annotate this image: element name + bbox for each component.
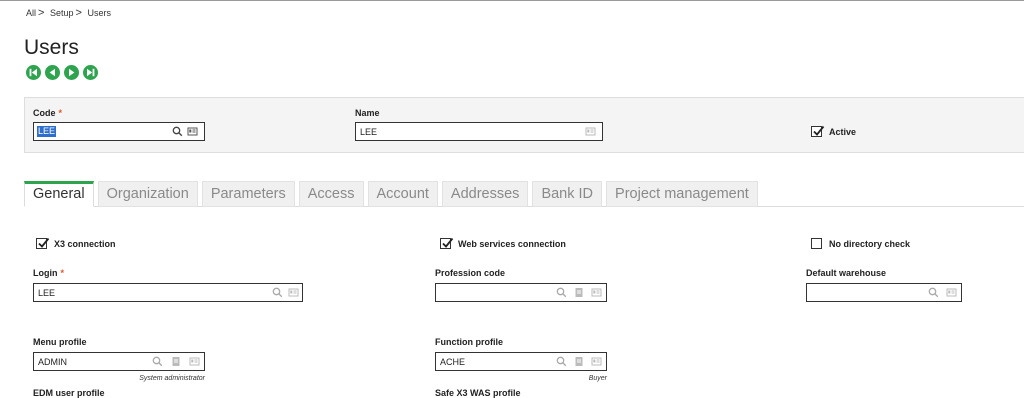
next-record-button[interactable] <box>64 65 79 80</box>
first-record-button[interactable] <box>26 65 41 80</box>
search-icon[interactable] <box>152 356 163 367</box>
breadcrumb-users: Users <box>87 8 111 18</box>
menu-profile-value[interactable]: ADMIN <box>38 357 67 367</box>
checkbox-checked-icon[interactable] <box>440 237 454 249</box>
detail-card-icon[interactable] <box>189 356 200 367</box>
function-profile-value[interactable]: ACHE <box>440 357 465 367</box>
profession-code-field[interactable] <box>435 283 607 302</box>
name-value[interactable]: LEE <box>360 127 377 137</box>
menu-profile-field[interactable]: ADMIN <box>33 352 205 371</box>
page-title: Users <box>24 36 79 59</box>
checkbox-unchecked-icon[interactable] <box>811 238 822 249</box>
tab-account[interactable]: Account <box>367 181 438 207</box>
login-value[interactable]: LEE <box>38 288 55 298</box>
profession-code-label: Profession code <box>435 268 506 278</box>
detail-card-icon[interactable] <box>187 126 198 137</box>
checkbox-checked-icon[interactable] <box>811 125 825 137</box>
x3-connection-label: X3 connection <box>54 238 116 249</box>
tab-bar: General Organization Parameters Access A… <box>24 181 762 207</box>
tab-access[interactable]: Access <box>298 181 364 207</box>
previous-record-button[interactable] <box>45 65 60 80</box>
default-warehouse-label: Default warehouse <box>806 268 887 278</box>
no-directory-checkbox[interactable]: No directory check <box>811 238 910 249</box>
search-icon[interactable] <box>556 287 567 298</box>
search-icon[interactable] <box>928 287 939 298</box>
search-icon[interactable] <box>172 126 183 137</box>
code-value[interactable]: LEE <box>37 126 57 137</box>
code-label: Code * <box>33 108 63 118</box>
detail-card-icon[interactable] <box>591 356 602 367</box>
skip-last-icon <box>87 68 95 77</box>
checkbox-checked-icon[interactable] <box>36 237 50 249</box>
detail-card-icon[interactable] <box>946 287 957 298</box>
record-navigation <box>26 65 98 80</box>
last-record-button[interactable] <box>83 65 98 80</box>
search-icon[interactable] <box>272 287 283 298</box>
function-profile-description: Buyer <box>588 375 607 382</box>
tab-bank-id[interactable]: Bank ID <box>532 181 603 207</box>
tab-general[interactable]: General <box>24 181 94 207</box>
login-field[interactable]: LEE <box>33 283 303 302</box>
name-field[interactable]: LEE <box>355 122 603 141</box>
x3-connection-checkbox[interactable]: X3 connection <box>36 237 116 249</box>
tab-project-management[interactable]: Project management <box>606 181 758 207</box>
document-icon[interactable] <box>171 356 181 367</box>
document-icon[interactable] <box>574 287 584 298</box>
detail-card-icon[interactable] <box>585 126 596 137</box>
detail-card-icon[interactable] <box>288 287 299 298</box>
breadcrumb-setup[interactable]: Setup <box>50 8 74 18</box>
next-icon <box>69 68 75 77</box>
function-profile-field[interactable]: ACHE <box>435 352 607 371</box>
required-marker: * <box>60 268 65 278</box>
breadcrumb: All > Setup > Users <box>26 7 111 19</box>
name-label: Name <box>355 108 380 118</box>
code-field[interactable]: LEE <box>33 122 205 141</box>
tab-organization[interactable]: Organization <box>97 181 198 207</box>
document-icon[interactable] <box>574 356 584 367</box>
function-profile-label: Function profile <box>435 337 503 347</box>
menu-profile-description: System administrator <box>139 375 205 382</box>
edm-profile-label: EDM user profile <box>33 388 105 398</box>
default-warehouse-field[interactable] <box>806 283 962 302</box>
no-directory-label: No directory check <box>829 238 911 249</box>
skip-first-icon <box>29 68 37 77</box>
breadcrumb-all[interactable]: All <box>26 8 36 18</box>
web-services-label: Web services connection <box>458 238 566 249</box>
detail-card-icon[interactable] <box>591 287 602 298</box>
search-icon[interactable] <box>556 356 567 367</box>
safe-x3-was-profile-label: Safe X3 WAS profile <box>435 388 521 398</box>
tab-parameters[interactable]: Parameters <box>201 181 295 207</box>
active-label: Active <box>829 126 857 137</box>
active-checkbox[interactable]: Active <box>811 125 857 137</box>
previous-icon <box>49 68 55 77</box>
required-marker: * <box>58 108 63 118</box>
tab-addresses[interactable]: Addresses <box>441 181 529 207</box>
web-services-checkbox[interactable]: Web services connection <box>440 237 566 249</box>
menu-profile-label: Menu profile <box>33 337 87 347</box>
login-label: Login * <box>33 268 65 278</box>
